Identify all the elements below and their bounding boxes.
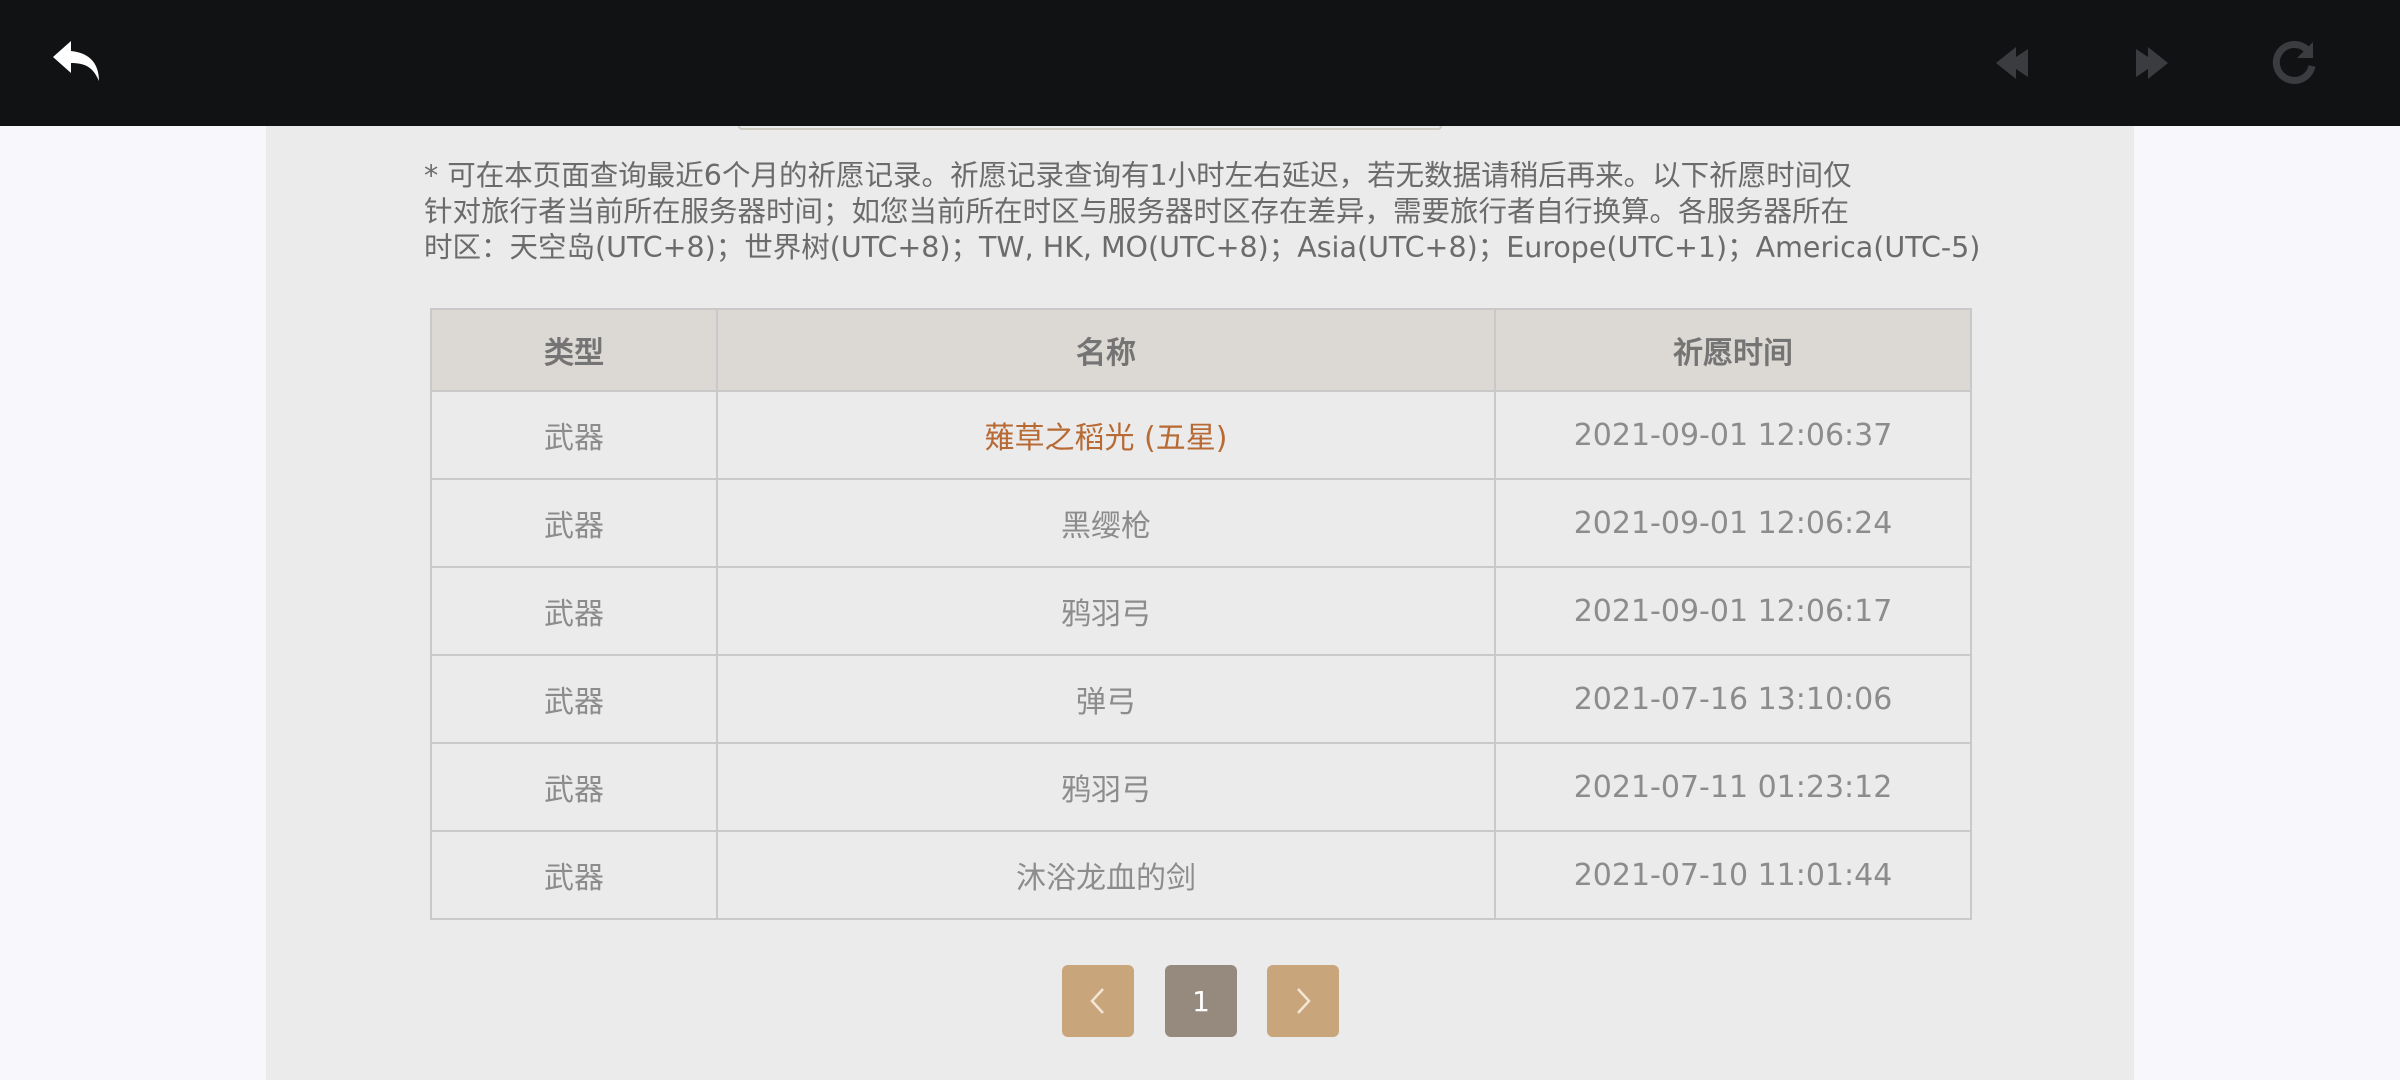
table-row: 武器 弹弓 2021-07-16 13:10:06 xyxy=(430,654,1972,744)
table-header-row: 类型 名称 祈愿时间 xyxy=(430,308,1972,392)
header-time: 祈愿时间 xyxy=(1494,308,1972,392)
cell-time: 2021-09-01 12:06:24 xyxy=(1494,478,1972,568)
prev-page-button[interactable] xyxy=(1062,965,1134,1037)
cell-type: 武器 xyxy=(430,566,718,656)
nav-next-button[interactable] xyxy=(2122,33,2182,93)
nav-prev-button[interactable] xyxy=(1982,33,2042,93)
query-notice: * 可在本页面查询最近6个月的祈愿记录。祈愿记录查询有1小时左右延迟，若无数据请… xyxy=(424,158,1984,266)
cell-type: 武器 xyxy=(430,742,718,832)
chevron-right-icon xyxy=(1297,988,1311,1014)
cell-name: 黑缨枪 xyxy=(716,478,1496,568)
cell-name: 鸦羽弓 xyxy=(716,742,1496,832)
cell-type: 武器 xyxy=(430,390,718,480)
cell-name-five-star: 薙草之稻光 (五星) xyxy=(716,390,1496,480)
cell-type: 武器 xyxy=(430,830,718,920)
refresh-button[interactable] xyxy=(2264,33,2324,93)
table-row: 武器 沐浴龙血的剑 2021-07-10 11:01:44 xyxy=(430,830,1972,920)
cell-time: 2021-07-16 13:10:06 xyxy=(1494,654,1972,744)
cell-time: 2021-07-10 11:01:44 xyxy=(1494,830,1972,920)
table-row: 武器 薙草之稻光 (五星) 2021-09-01 12:06:37 xyxy=(430,390,1972,480)
next-page-button[interactable] xyxy=(1267,965,1339,1037)
notice-line: * 可在本页面查询最近6个月的祈愿记录。祈愿记录查询有1小时左右延迟，若无数据请… xyxy=(424,159,1852,192)
top-toolbar xyxy=(0,0,2400,126)
nav-prev-icon xyxy=(1996,47,2028,79)
back-icon xyxy=(53,41,99,81)
notice-line: 针对旅行者当前所在服务器时间；如您当前所在时区与服务器时区存在差异，需要旅行者自… xyxy=(424,195,1850,228)
back-button[interactable] xyxy=(48,33,108,93)
chevron-left-icon xyxy=(1090,988,1104,1014)
table-row: 武器 黑缨枪 2021-09-01 12:06:24 xyxy=(430,478,1972,568)
notice-line: 时区：天空岛(UTC+8)；世界树(UTC+8)；TW, HK, MO(UTC+… xyxy=(424,231,1981,264)
cell-name: 弹弓 xyxy=(716,654,1496,744)
nav-next-icon xyxy=(2136,47,2168,79)
current-page-button[interactable]: 1 xyxy=(1165,965,1237,1037)
cell-type: 武器 xyxy=(430,654,718,744)
cell-time: 2021-09-01 12:06:37 xyxy=(1494,390,1972,480)
cell-time: 2021-07-11 01:23:12 xyxy=(1494,742,1972,832)
refresh-icon xyxy=(2272,40,2316,84)
cell-name: 沐浴龙血的剑 xyxy=(716,830,1496,920)
wish-record-table: 类型 名称 祈愿时间 武器 薙草之稻光 (五星) 2021-09-01 12:0… xyxy=(430,308,1972,920)
table-row: 武器 鸦羽弓 2021-07-11 01:23:12 xyxy=(430,742,1972,832)
table-row: 武器 鸦羽弓 2021-09-01 12:06:17 xyxy=(430,566,1972,656)
header-type: 类型 xyxy=(430,308,718,392)
cell-type: 武器 xyxy=(430,478,718,568)
cell-time: 2021-09-01 12:06:17 xyxy=(1494,566,1972,656)
header-name: 名称 xyxy=(716,308,1496,392)
cell-name: 鸦羽弓 xyxy=(716,566,1496,656)
